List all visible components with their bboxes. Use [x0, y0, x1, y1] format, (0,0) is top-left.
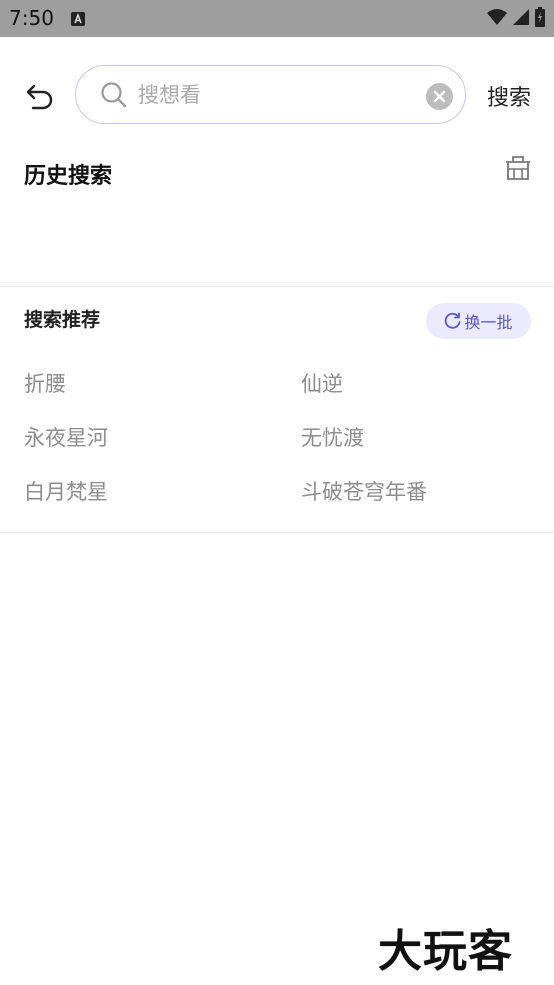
- search-input[interactable]: [138, 78, 418, 112]
- divider: [0, 532, 554, 533]
- refresh-icon: [445, 312, 461, 329]
- battery-icon: [534, 7, 546, 31]
- status-time: 7:50: [9, 6, 54, 30]
- search-icon: [100, 81, 128, 113]
- search-box[interactable]: [75, 65, 466, 124]
- basket-icon: [506, 156, 530, 180]
- history-title: 历史搜索: [24, 164, 113, 189]
- recommend-item[interactable]: 折腰: [24, 368, 66, 398]
- recommend-title: 搜索推荐: [24, 309, 101, 331]
- search-submit-button[interactable]: 搜索: [487, 80, 531, 112]
- divider: [0, 286, 554, 287]
- status-icons: [486, 7, 546, 31]
- watermark-logo: 大玩客: [378, 926, 513, 977]
- back-arrow-icon: [26, 84, 53, 110]
- back-button[interactable]: [20, 76, 60, 116]
- a-notification-icon: [71, 11, 85, 30]
- clear-search-button[interactable]: [426, 83, 453, 110]
- recommend-item[interactable]: 斗破苍穹年番: [301, 476, 427, 506]
- status-bar: 7:50: [0, 0, 554, 37]
- refresh-button[interactable]: 换一批: [426, 303, 531, 339]
- wifi-icon: [486, 8, 508, 30]
- signal-icon: [512, 8, 530, 30]
- close-icon: [433, 90, 446, 103]
- recommend-item[interactable]: 永夜星河: [24, 422, 108, 452]
- clear-history-button[interactable]: [503, 153, 533, 183]
- recommend-item[interactable]: 无忧渡: [301, 422, 364, 452]
- refresh-label: 换一批: [464, 313, 513, 332]
- recommend-item[interactable]: 仙逆: [301, 368, 343, 398]
- recommend-item[interactable]: 白月梵星: [24, 476, 108, 506]
